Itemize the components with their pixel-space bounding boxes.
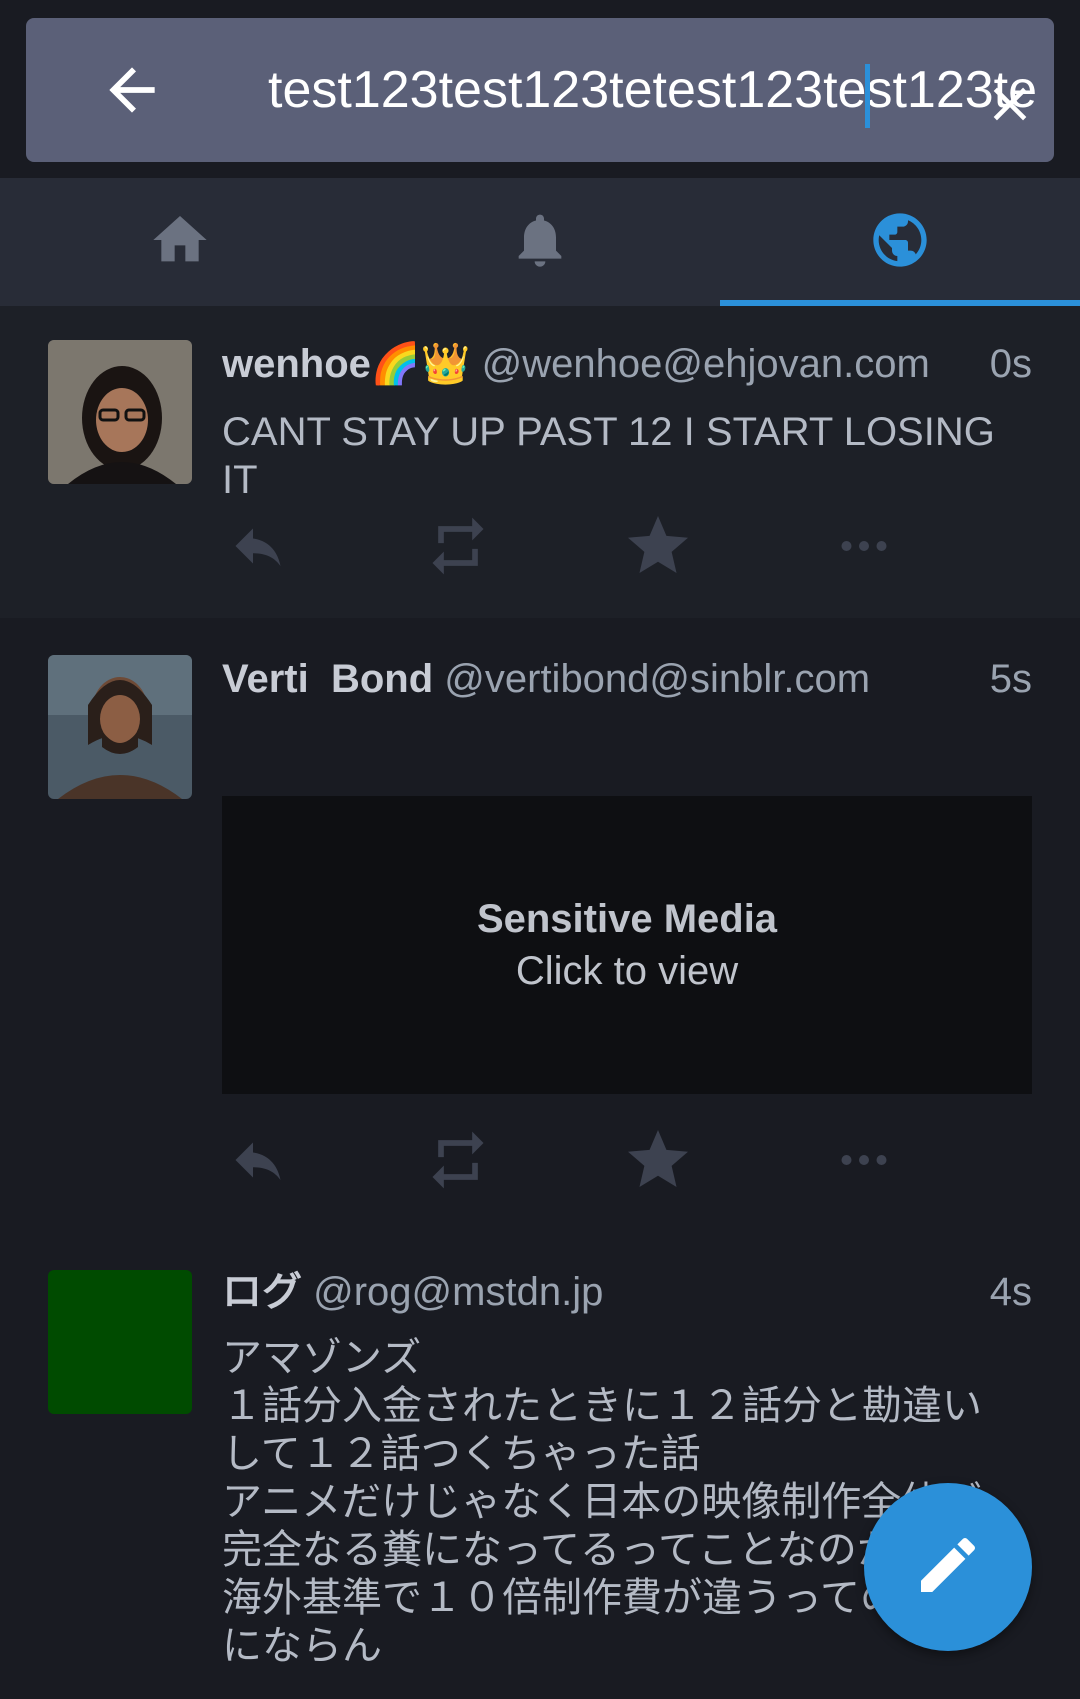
tab-notifications[interactable] — [360, 178, 720, 306]
text-caret — [865, 64, 870, 128]
timestamp[interactable]: 4s — [990, 1268, 1032, 1316]
repeat-icon — [424, 1126, 492, 1199]
timestamp[interactable]: 0s — [990, 340, 1032, 388]
search-bar: test123test123tetest123test123te — [26, 18, 1054, 162]
avatar[interactable] — [48, 655, 192, 799]
arrow-left-icon[interactable] — [98, 56, 166, 124]
pencil-icon — [912, 1529, 984, 1606]
more-button[interactable] — [828, 512, 900, 584]
content-line: １話分入金されたときに１２話分と勘違い — [222, 1383, 982, 1429]
timestamp[interactable]: 5s — [990, 655, 1032, 703]
more-button[interactable] — [828, 1126, 900, 1198]
more-horizontal-icon — [834, 1130, 894, 1195]
favourite-button[interactable] — [622, 512, 694, 584]
tab-bar — [0, 178, 1080, 306]
account-handle[interactable]: @wenhoe@ehjovan.com — [482, 342, 930, 386]
star-icon — [622, 510, 694, 587]
status-header: wenhoe🌈👑 @wenhoe@ehjovan.com 0s — [222, 340, 1032, 388]
sensitive-media-subtitle: Click to view — [515, 949, 739, 993]
account-handle[interactable]: @rog@mstdn.jp — [313, 1270, 603, 1314]
content-line: アマゾンズ — [222, 1335, 422, 1381]
reply-button[interactable] — [222, 1126, 294, 1198]
display-name[interactable]: Verti Bond — [222, 657, 433, 701]
status-actions — [222, 512, 942, 584]
status-content: CANT STAY UP PAST 12 I START LOSING IT — [222, 410, 995, 502]
tab-home[interactable] — [0, 178, 360, 306]
home-icon — [148, 208, 212, 277]
status-actions — [222, 1126, 942, 1198]
favourite-button[interactable] — [622, 1126, 694, 1198]
boost-button[interactable] — [422, 512, 494, 584]
content-line: して１２話つくちゃった話 — [222, 1431, 701, 1477]
boost-button[interactable] — [422, 1126, 494, 1198]
status-header: Verti Bond @vertibond@sinblr.com 5s — [222, 655, 1032, 703]
more-horizontal-icon — [834, 516, 894, 581]
bell-icon — [508, 208, 572, 277]
reply-button[interactable] — [222, 512, 294, 584]
reply-icon — [228, 516, 288, 581]
display-name[interactable]: ログ — [222, 1269, 302, 1315]
status-item[interactable]: wenhoe🌈👑 @wenhoe@ehjovan.com 0s CANT STA… — [0, 306, 1080, 618]
star-icon — [622, 1124, 694, 1201]
status-header: ログ @rog@mstdn.jp 4s — [222, 1268, 1032, 1316]
reply-icon — [228, 1130, 288, 1195]
globe-icon — [868, 208, 932, 277]
avatar[interactable] — [48, 1270, 192, 1414]
close-icon[interactable] — [982, 76, 1038, 132]
sensitive-media-title: Sensitive Media — [476, 897, 778, 941]
sensitive-media[interactable]: Sensitive Media Click to view — [222, 796, 1032, 1094]
search-input[interactable]: test123test123tetest123test123te — [268, 60, 1037, 120]
compose-button[interactable] — [864, 1483, 1032, 1651]
display-name[interactable]: wenhoe🌈👑 — [222, 342, 471, 386]
status-item[interactable]: Verti Bond @vertibond@sinblr.com 5s Sens… — [0, 618, 1080, 1232]
avatar[interactable] — [48, 340, 192, 484]
repeat-icon — [424, 512, 492, 585]
tab-federated[interactable] — [720, 178, 1080, 306]
account-handle[interactable]: @vertibond@sinblr.com — [444, 657, 870, 701]
